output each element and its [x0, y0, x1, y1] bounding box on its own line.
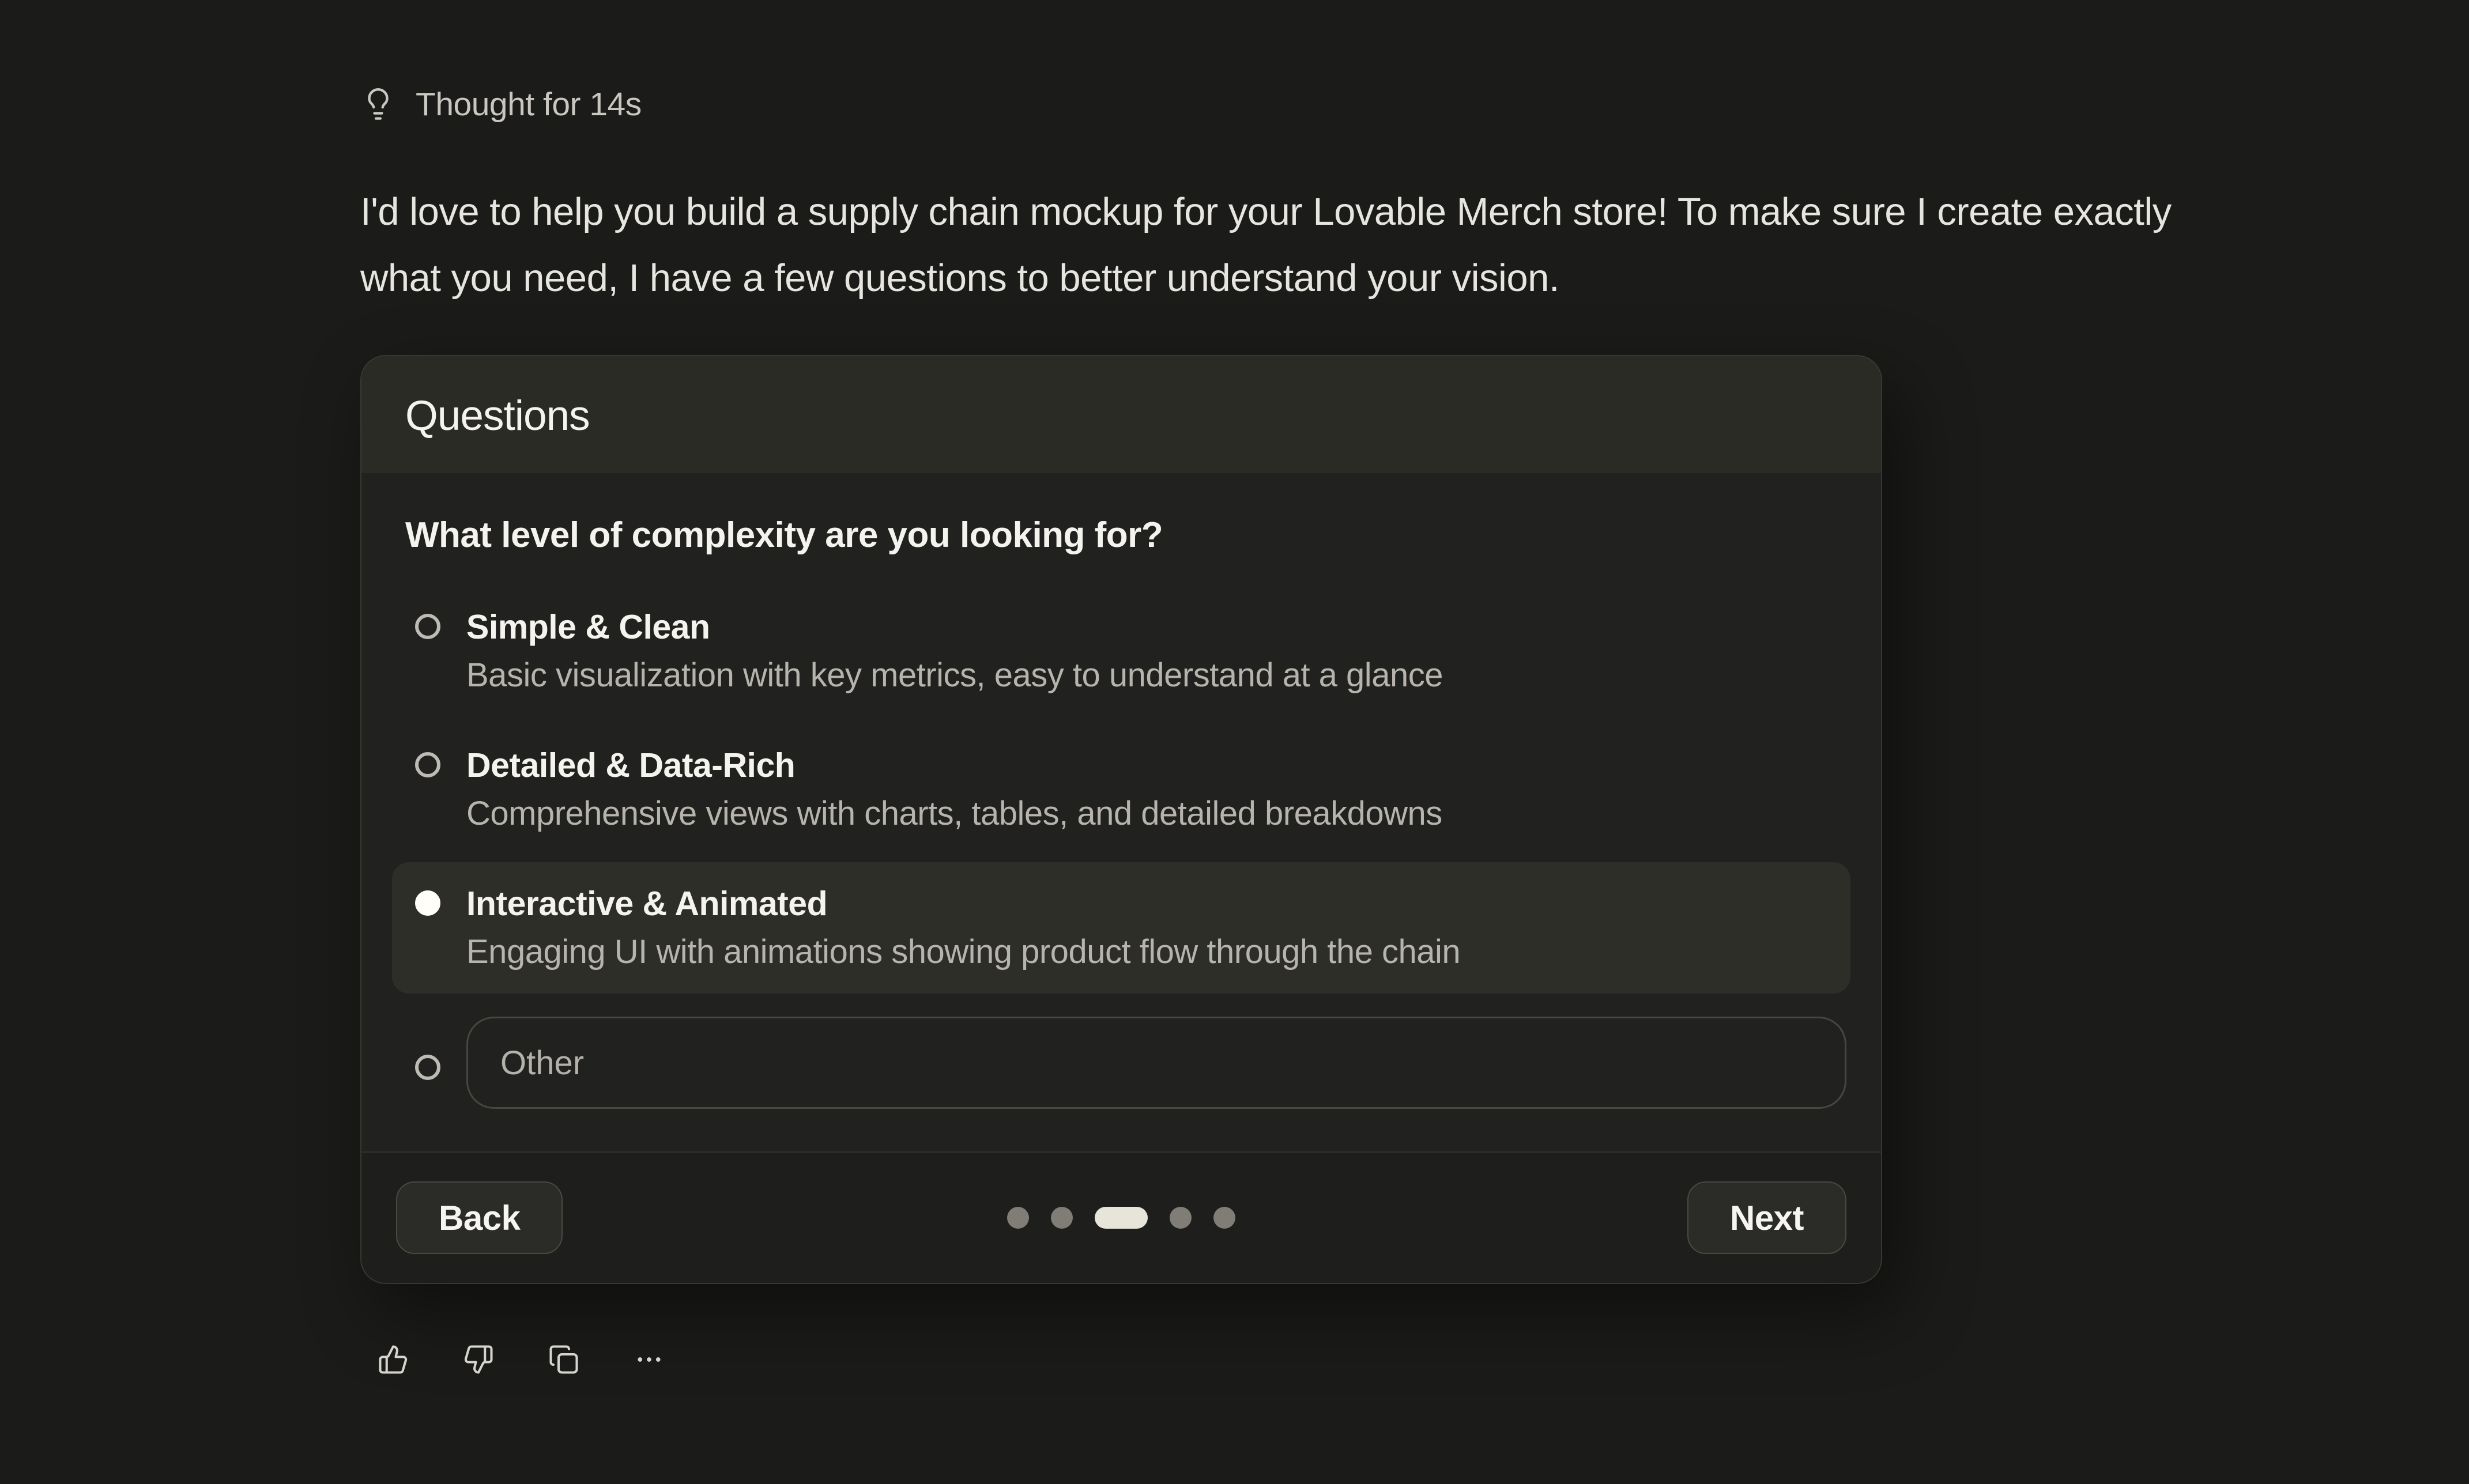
- option-detailed-data-rich[interactable]: Detailed & Data-Rich Comprehensive views…: [392, 724, 1850, 855]
- card-footer: Back Next: [361, 1151, 1881, 1283]
- options-list: Simple & Clean Basic visualization with …: [392, 586, 1850, 994]
- next-button[interactable]: Next: [1687, 1181, 1846, 1254]
- option-description: Comprehensive views with charts, tables,…: [466, 791, 1827, 836]
- option-label: Detailed & Data-Rich: [466, 743, 1827, 788]
- radio-selected-icon[interactable]: [415, 890, 440, 916]
- option-other[interactable]: [415, 1017, 1846, 1109]
- radio-unselected-icon[interactable]: [415, 1055, 440, 1080]
- pagination-dots: [1007, 1207, 1235, 1229]
- lightbulb-icon: [360, 86, 396, 122]
- chat-screen: Thought for 14s I'd love to help you bui…: [0, 0, 2469, 1484]
- other-input[interactable]: [466, 1017, 1846, 1109]
- option-label: Interactive & Animated: [466, 881, 1827, 926]
- card-header: Questions: [361, 356, 1881, 473]
- pagination-dot: [1007, 1207, 1029, 1229]
- thumbs-down-icon[interactable]: [463, 1344, 494, 1375]
- message-paragraph: I'd love to help you build a supply chai…: [360, 179, 2205, 311]
- message-actions: [378, 1344, 2193, 1375]
- option-description: Basic visualization with key metrics, ea…: [466, 653, 1827, 698]
- radio-unselected-icon[interactable]: [415, 614, 440, 639]
- card-body: What level of complexity are you looking…: [361, 473, 1881, 1151]
- pagination-dot-active: [1095, 1207, 1148, 1229]
- thumbs-up-icon[interactable]: [378, 1344, 409, 1375]
- assistant-message: Thought for 14s I'd love to help you bui…: [360, 85, 2193, 1375]
- card-title: Questions: [405, 392, 1837, 440]
- thought-label: Thought for 14s: [416, 85, 642, 123]
- radio-unselected-icon[interactable]: [415, 752, 440, 777]
- pagination-dot: [1170, 1207, 1192, 1229]
- more-options-icon[interactable]: [634, 1344, 665, 1375]
- option-description: Engaging UI with animations showing prod…: [466, 930, 1827, 975]
- question-text: What level of complexity are you looking…: [405, 515, 1837, 556]
- thought-toggle[interactable]: Thought for 14s: [360, 85, 2193, 123]
- questions-card: Questions What level of complexity are y…: [360, 355, 1882, 1284]
- option-label: Simple & Clean: [466, 605, 1827, 650]
- pagination-dot: [1051, 1207, 1073, 1229]
- option-simple-clean[interactable]: Simple & Clean Basic visualization with …: [392, 586, 1850, 717]
- option-interactive-animated[interactable]: Interactive & Animated Engaging UI with …: [392, 862, 1850, 994]
- pagination-dot: [1213, 1207, 1235, 1229]
- copy-icon[interactable]: [548, 1344, 579, 1375]
- back-button[interactable]: Back: [396, 1181, 563, 1254]
